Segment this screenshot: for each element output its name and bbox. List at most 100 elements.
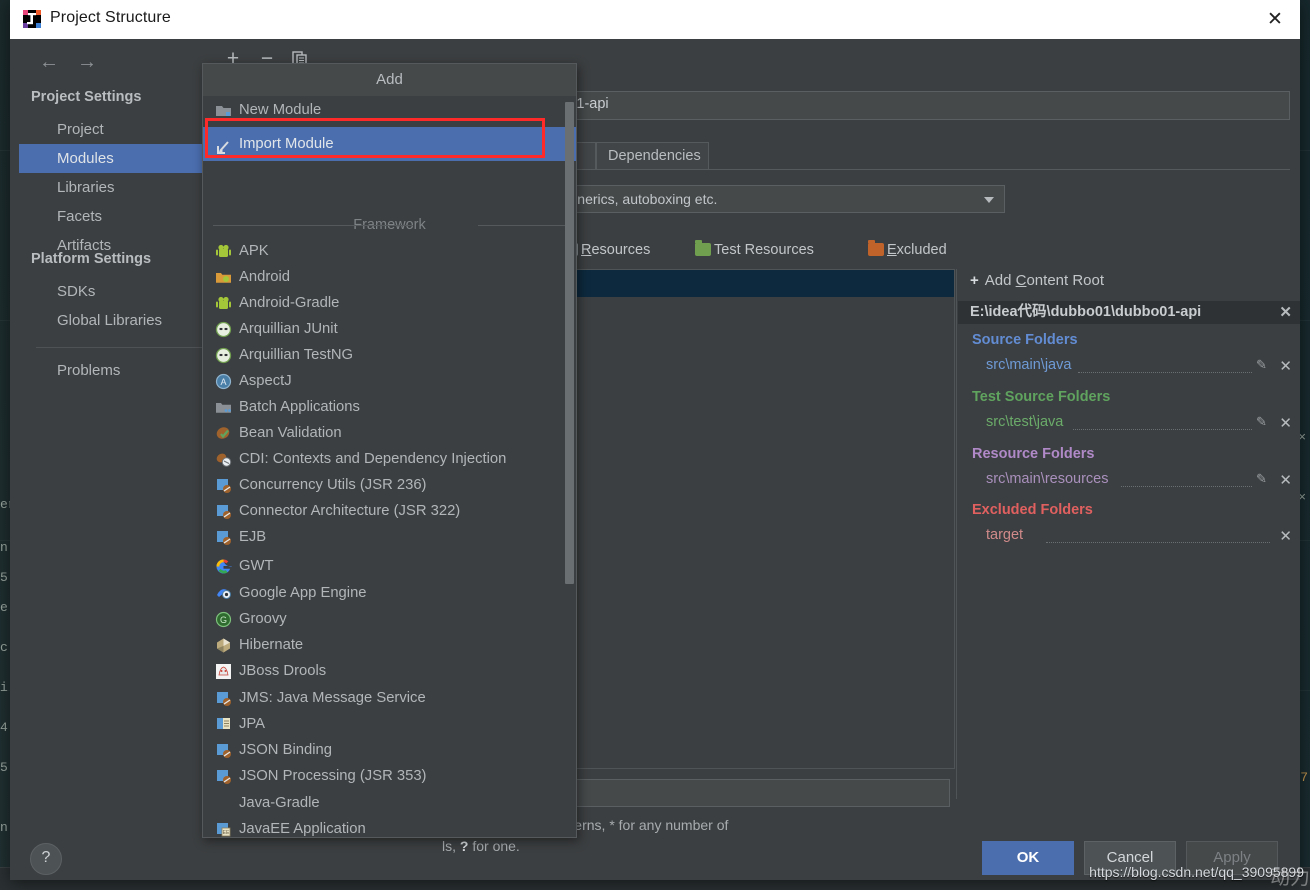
menu-item-json-binding[interactable]: JSON Binding (203, 737, 576, 763)
remove-test-source-folder-icon[interactable]: ✕ (1279, 414, 1292, 432)
javaee-icon (215, 690, 232, 707)
menu-item-jboss-drools-label: JBoss Drools (239, 663, 327, 679)
popup-section-framework: Framework (203, 214, 576, 236)
excluded-folder-item[interactable]: target (986, 527, 1023, 543)
folder-icon-excluded (868, 240, 884, 256)
remove-source-folder-icon[interactable]: ✕ (1279, 357, 1292, 375)
bg-fragment: i (0, 680, 8, 695)
sidebar-item-libraries[interactable]: Libraries (19, 173, 209, 202)
resource-folder-item[interactable]: src\main\resources (986, 471, 1108, 487)
bg-fragment: c (0, 640, 8, 655)
batch-folder-icon (215, 399, 232, 416)
menu-item-android-gradle[interactable]: Android-Gradle (203, 290, 576, 316)
section-rule-left (213, 225, 413, 226)
group-title-resource-folders: Resource Folders (972, 446, 1095, 462)
menu-item-connector-architecture[interactable]: Connector Architecture (JSR 322) (203, 498, 576, 524)
menu-item-json-binding-label: JSON Binding (239, 742, 332, 758)
edit-pencil-icon[interactable]: ✎ (1256, 357, 1270, 372)
hibernate-icon (215, 637, 232, 654)
remove-excluded-folder-icon[interactable]: ✕ (1279, 527, 1292, 545)
menu-item-ejb[interactable]: EJB (203, 524, 576, 550)
menu-item-android-gradle-label: Android-Gradle (239, 295, 340, 311)
add-popup-menu: Add New Module Import Module Framework A… (202, 63, 577, 838)
android-icon (215, 243, 232, 260)
arquillian-icon (215, 321, 232, 338)
bg-fragment: 7 (1300, 770, 1308, 785)
menu-item-concurrency-utils[interactable]: Concurrency Utils (JSR 236) (203, 472, 576, 498)
sidebar-item-facets[interactable]: Facets (19, 202, 209, 231)
menu-item-cdi[interactable]: CDI: Contexts and Dependency Injection (203, 446, 576, 472)
menu-item-groovy-label: Groovy (239, 611, 287, 627)
menu-item-jboss-drools[interactable]: JBoss Drools (203, 658, 576, 684)
javaee-icon (215, 503, 232, 520)
annotation-highlight-rectangle (205, 118, 545, 158)
ok-button[interactable]: OK (982, 841, 1074, 875)
sidebar-item-sdks[interactable]: SDKs (19, 277, 209, 306)
group-title-test-source-folders: Test Source Folders (972, 389, 1111, 405)
menu-item-javaee-application-label: JavaEE Application (239, 821, 366, 837)
sidebar-item-project[interactable]: Project (19, 115, 209, 144)
add-content-root-prefix: Add (984, 272, 1016, 289)
section-rule-right (478, 225, 566, 226)
test-source-folder-item[interactable]: src\test\java (986, 414, 1063, 430)
close-icon[interactable]: ✕ (1258, 6, 1292, 32)
intellij-idea-icon (22, 9, 42, 29)
menu-item-apk-label: APK (239, 243, 269, 259)
menu-item-java-gradle-label: Java-Gradle (239, 795, 320, 811)
menu-item-gwt[interactable]: GWT (203, 553, 576, 579)
back-arrow-icon[interactable]: ← (34, 49, 64, 75)
menu-item-java-gradle[interactable]: Java-Gradle (203, 790, 576, 816)
menu-item-jpa-label: JPA (239, 716, 266, 732)
sidebar-item-modules[interactable]: Modules (19, 144, 209, 173)
svg-text:A: A (220, 377, 226, 387)
popup-header-add: Add (203, 64, 576, 96)
menu-item-hibernate[interactable]: Hibernate (203, 632, 576, 658)
menu-item-batch-applications[interactable]: Batch Applications (203, 394, 576, 420)
bean-validation-icon (215, 425, 232, 442)
help-button[interactable]: ? (30, 843, 62, 875)
mark-test-resources-button[interactable]: Test Resources (695, 239, 814, 261)
plus-icon: + (970, 272, 979, 289)
javaee-icon (215, 529, 232, 546)
menu-item-apk[interactable]: APK (203, 238, 576, 264)
popup-scrollbar-thumb[interactable] (565, 102, 574, 584)
arquillian-icon (215, 347, 232, 364)
mark-test-resources-label: Test Resources (714, 242, 814, 258)
svg-text:G: G (220, 615, 227, 625)
group-title-source-folders: Source Folders (972, 332, 1078, 348)
menu-item-jms[interactable]: JMS: Java Message Service (203, 685, 576, 711)
menu-item-bean-validation[interactable]: Bean Validation (203, 420, 576, 446)
add-content-root-suffix: ontent Root (1026, 272, 1105, 289)
remove-content-root-icon[interactable]: ✕ (1279, 301, 1292, 324)
bg-fragment: e (0, 600, 8, 615)
remove-resource-folder-icon[interactable]: ✕ (1279, 471, 1292, 489)
forward-arrow-icon[interactable]: → (72, 49, 102, 75)
menu-item-json-processing[interactable]: JSON Processing (JSR 353) (203, 763, 576, 789)
menu-item-cdi-label: CDI: Contexts and Dependency Injection (239, 451, 507, 467)
menu-item-jpa[interactable]: JPA (203, 711, 576, 737)
add-content-root-button[interactable]: + Add Content Root (970, 272, 1104, 289)
edit-pencil-icon[interactable]: ✎ (1256, 471, 1270, 486)
tab-dependencies[interactable]: Dependencies (596, 142, 709, 169)
source-folder-item[interactable]: src\main\java (986, 357, 1071, 373)
mark-excluded-button[interactable]: Excluded (868, 239, 947, 261)
dotted-leader (1078, 371, 1252, 373)
chevron-down-icon (984, 197, 994, 203)
sidebar-item-global-libraries[interactable]: Global Libraries (19, 306, 209, 335)
sidebar-item-problems[interactable]: Problems (19, 356, 209, 385)
menu-item-arquillian-testng-label: Arquillian TestNG (239, 347, 354, 363)
module-name-input[interactable]: dubbo01-api (520, 91, 1290, 120)
dotted-leader (1046, 541, 1270, 543)
menu-item-aspectj[interactable]: A AspectJ (203, 368, 576, 394)
menu-item-groovy[interactable]: G Groovy (203, 606, 576, 632)
menu-item-google-app-engine[interactable]: Google App Engine (203, 580, 576, 606)
menu-item-javaee-application[interactable]: EE JavaEE Application (203, 816, 576, 837)
edit-pencil-icon[interactable]: ✎ (1256, 414, 1270, 429)
android-folder-icon (215, 269, 232, 286)
menu-item-arquillian-testng[interactable]: Arquillian TestNG (203, 342, 576, 368)
menu-item-android[interactable]: Android (203, 264, 576, 290)
menu-item-arquillian-junit[interactable]: Arquillian JUnit (203, 316, 576, 342)
javaee-icon (215, 477, 232, 494)
cdi-icon (215, 451, 232, 468)
detail-divider (956, 269, 957, 799)
